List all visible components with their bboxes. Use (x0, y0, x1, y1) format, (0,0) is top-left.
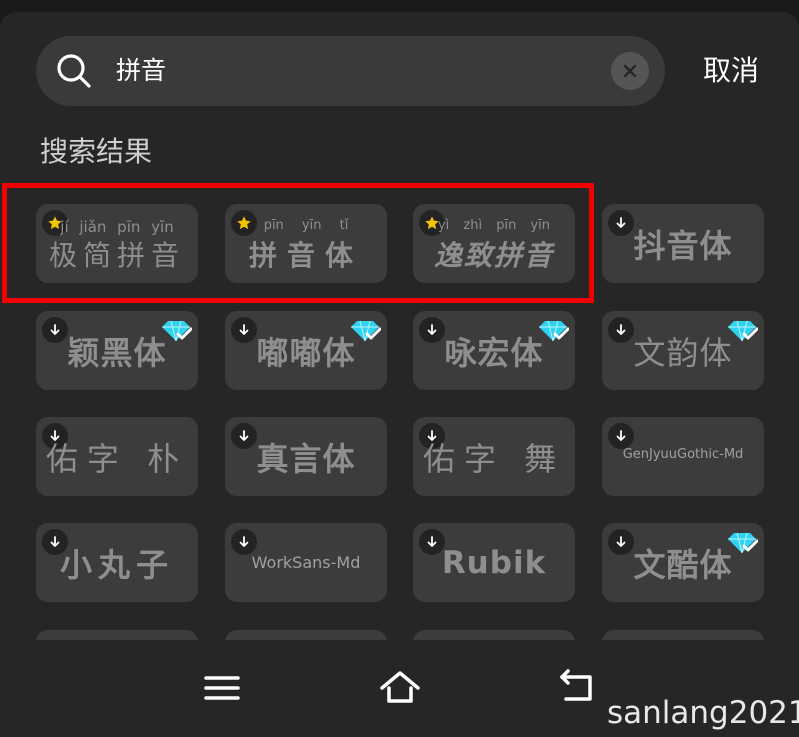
font-name: WorkSans-Md (251, 553, 361, 572)
font-tile-worksans[interactable]: WorkSans-Md (225, 523, 387, 602)
font-name: Rubik (441, 544, 547, 581)
section-title: 搜索结果 (40, 135, 153, 168)
font-tile-genjyuu[interactable]: GenJyuuGothic-Md (602, 417, 764, 496)
home-icon[interactable] (378, 668, 422, 708)
font-tile-yonghong[interactable]: 咏宏体 (413, 311, 575, 390)
back-icon[interactable] (556, 668, 596, 708)
font-tile-youzi-wu[interactable]: 佑字 舞 (413, 417, 575, 496)
search-bar[interactable]: 拼音 (36, 36, 665, 106)
font-name: 小丸子 (59, 545, 174, 584)
search-icon (57, 54, 91, 88)
font-name: 嘟嘟体 (256, 333, 356, 372)
close-icon (623, 64, 637, 78)
clear-search-button[interactable] (611, 52, 649, 90)
font-tile-wenku[interactable]: 文酷体 (602, 523, 764, 602)
font-name: GenJyuuGothic-Md (622, 447, 744, 462)
font-tile-dudu[interactable]: 嘟嘟体 (225, 311, 387, 390)
font-tile-youzi-pu[interactable]: 佑字 朴 (36, 417, 198, 496)
font-tile-yinghei[interactable]: 颖黑体 (36, 311, 198, 390)
menu-icon[interactable] (202, 668, 242, 708)
font-name: 咏宏体 (444, 333, 544, 372)
font-name: 佑字 舞 (422, 439, 566, 478)
search-input[interactable]: 拼音 (116, 56, 166, 86)
font-name: 抖音体 (633, 226, 733, 265)
font-name: 颖黑体 (67, 333, 167, 372)
font-name: 佑字 朴 (45, 439, 189, 478)
font-tile-xiaowanzi[interactable]: 小丸子 (36, 523, 198, 602)
font-name: 文酷体 (633, 545, 733, 584)
font-tile-wenyun[interactable]: 文韵体 (602, 311, 764, 390)
font-name: 文韵体 (633, 333, 733, 372)
font-tile-zhenyan[interactable]: 真言体 (225, 417, 387, 496)
watermark: sanlang2021 (607, 695, 799, 731)
cancel-button[interactable]: 取消 (703, 54, 759, 88)
highlight-box (2, 183, 594, 303)
font-tile-douyin[interactable]: 抖音体 (602, 204, 764, 283)
font-tile-rubik[interactable]: Rubik (413, 523, 575, 602)
font-name: 真言体 (256, 439, 356, 478)
